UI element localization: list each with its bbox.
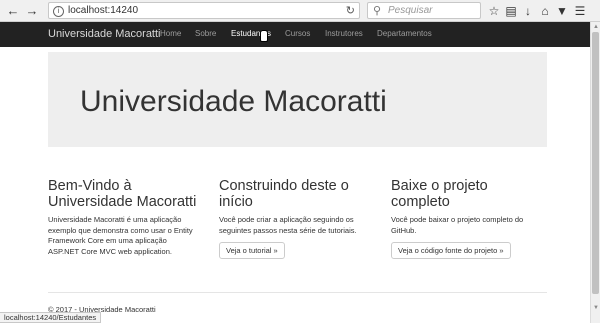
column-text: Você pode baixar o projeto completo do G… [391, 215, 524, 235]
search-icon: ⚲ [373, 5, 382, 17]
column-text: Universidade Macoratti é uma aplicação e… [48, 215, 193, 256]
address-bar-url[interactable]: localhost:14240 [68, 5, 138, 16]
tutorial-button[interactable]: Veja o tutorial » [219, 242, 285, 259]
mouse-cursor-icon [260, 30, 268, 42]
reload-icon[interactable]: ↻ [346, 4, 355, 17]
nav-link-home[interactable]: Home [160, 29, 181, 38]
source-code-button[interactable]: Veja o código fonte do projeto » [391, 242, 511, 259]
menu-icon[interactable]: ☰ [573, 3, 587, 19]
column-download: Baixe o projeto completo Você pode baixa… [391, 178, 541, 259]
column-heading: Baixe o projeto completo [391, 178, 488, 210]
column-text: Você pode criar a aplicação seguindo os … [219, 215, 357, 235]
reading-list-icon[interactable]: ▤ [504, 3, 518, 19]
column-welcome: Bem-Vindo à Universidade Macoratti Unive… [48, 178, 198, 257]
column-heading: Bem-Vindo à Universidade Macoratti [48, 178, 197, 210]
scroll-up-arrow-icon[interactable]: ▲ [592, 23, 600, 31]
brand-link[interactable]: Universidade Macoratti [48, 28, 161, 40]
back-arrow-icon[interactable]: ← [5, 3, 21, 19]
nav-link-sobre[interactable]: Sobre [195, 29, 216, 38]
search-bar[interactable]: ⚲ Pesquisar [367, 2, 481, 19]
download-icon[interactable]: ↓ [521, 3, 535, 19]
column-tutorial: Construindo deste o início Você pode cri… [219, 178, 369, 259]
pocket-icon[interactable]: ▼ [555, 3, 569, 19]
scrollbar-thumb[interactable] [592, 32, 599, 294]
nav-link-departamentos[interactable]: Departamentos [377, 29, 432, 38]
forward-arrow-icon[interactable]: → [24, 3, 40, 19]
footer-divider [48, 292, 547, 293]
site-navbar: Universidade Macoratti Home Sobre Estuda… [0, 22, 590, 47]
browser-toolbar: ← → i localhost:14240 ↻ ⚲ Pesquisar ☆ ▤ … [0, 0, 600, 22]
home-icon[interactable]: ⌂ [538, 3, 552, 19]
bookmark-star-icon[interactable]: ☆ [487, 3, 501, 19]
jumbotron: Universidade Macoratti [48, 52, 547, 147]
nav-link-cursos[interactable]: Cursos [285, 29, 310, 38]
info-icon[interactable]: i [53, 6, 64, 17]
vertical-scrollbar[interactable]: ▲ ▼ [590, 22, 600, 323]
address-bar[interactable]: i localhost:14240 ↻ [48, 2, 360, 19]
search-placeholder[interactable]: Pesquisar [388, 5, 432, 16]
status-bar-url: localhost:14240/Estudantes [0, 312, 102, 323]
column-heading: Construindo deste o início [219, 178, 349, 210]
nav-link-instrutores[interactable]: Instrutores [325, 29, 363, 38]
scroll-down-arrow-icon[interactable]: ▼ [592, 304, 600, 312]
jumbotron-title: Universidade Macoratti [80, 85, 387, 118]
